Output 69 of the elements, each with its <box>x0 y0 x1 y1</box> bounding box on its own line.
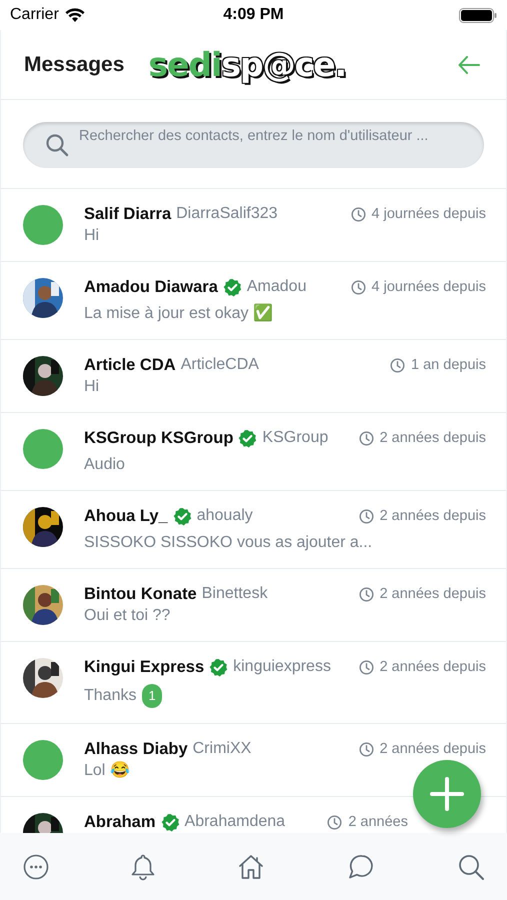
conversation-item[interactable]: Bintou Konate Binettesk 2 années depuis Oui et toi ?? <box>0 569 507 642</box>
timestamp: 2 années depuis <box>380 429 486 448</box>
conversation-item[interactable]: Salif Diarra DiarraSalif323 4 journées depuis Hi <box>0 189 507 262</box>
conversation-item[interactable]: Ahoua Ly_ ahoualy 2 années depuis SISSOKO SISSOKO vous as ajouter a... <box>0 491 507 569</box>
clock-icon <box>358 660 374 675</box>
timestamp: 2 années depuis <box>380 507 486 526</box>
carrier-name: Carrier <box>10 6 59 24</box>
avatar <box>23 429 63 469</box>
clock-icon <box>358 742 374 757</box>
contact-name: Bintou Konate <box>84 584 197 604</box>
contact-name: Ahoua Ly_ <box>84 506 168 526</box>
more-icon[interactable] <box>23 854 49 880</box>
username: ahoualy <box>196 506 253 526</box>
conversation-item[interactable]: Kingui Express kinguiexpress 2 années depuis Thanks 1 <box>0 642 507 724</box>
username: DiarraSalif323 <box>176 204 278 224</box>
username: Amadou <box>246 277 306 297</box>
logo: sedisp@ce. <box>148 45 346 84</box>
contact-name: KSGroup KSGroup <box>84 428 234 448</box>
search-field[interactable]: Rechercher des contacts, entrez le nom d'utilisateur ... <box>23 122 484 168</box>
message-preview: Thanks <box>84 686 136 706</box>
message-preview: Hi <box>84 377 100 397</box>
status-time: 4:09 PM <box>223 6 284 23</box>
timestamp: 2 années depuis <box>380 740 486 759</box>
timestamp: 2 années <box>348 813 408 832</box>
contact-name: Article CDA <box>84 355 176 375</box>
unread-badge: 1 <box>142 684 162 708</box>
clock-icon <box>327 815 342 830</box>
username: kinguiexpress <box>233 657 331 677</box>
wifi-icon <box>64 8 85 22</box>
message-preview: Audio <box>84 455 125 475</box>
username: CrimiXX <box>192 739 252 759</box>
contact-name: Abraham <box>84 812 156 832</box>
avatar <box>23 205 63 245</box>
conversation-item[interactable]: Amadou Diawara Amadou 4 journées depuis La mise à jour est okay ✅ <box>0 262 507 340</box>
timestamp: 2 années depuis <box>380 585 486 604</box>
bell-icon[interactable] <box>131 852 155 880</box>
username: Binettesk <box>202 584 268 604</box>
timestamp: 4 journées depuis <box>372 278 486 297</box>
message-preview: Hi <box>84 226 100 246</box>
clock-icon <box>350 207 366 222</box>
battery-icon <box>459 8 497 22</box>
contact-name: Alhass Diaby <box>84 739 188 759</box>
timestamp: 2 années depuis <box>380 658 486 677</box>
timestamp: 4 journées depuis <box>372 205 486 224</box>
clock-icon <box>358 431 374 446</box>
contact-name: Salif Diarra <box>84 204 172 224</box>
conversation-item[interactable]: KSGroup KSGroup KSGroup 2 années depuis Audio <box>0 413 507 491</box>
timestamp: 1 an depuis <box>411 356 486 375</box>
home-icon[interactable] <box>237 852 265 880</box>
clock-icon <box>390 358 406 373</box>
clock-icon <box>350 280 366 295</box>
add-button[interactable] <box>413 760 481 828</box>
chat-icon[interactable] <box>347 852 375 880</box>
contact-name: Amadou Diawara <box>84 277 218 297</box>
search-icon[interactable] <box>457 852 485 880</box>
clock-icon <box>358 509 374 524</box>
avatar <box>23 740 63 780</box>
username: Abrahamdena <box>184 812 286 832</box>
message-preview: SISSOKO SISSOKO vous as ajouter a... <box>84 533 372 553</box>
conversation-item[interactable]: Article CDA ArticleCDA 1 an depuis Hi <box>0 340 507 413</box>
plus-icon <box>430 777 464 811</box>
clock-icon <box>358 587 374 602</box>
page-title: Messages <box>24 52 124 76</box>
message-preview: Oui et toi ?? <box>84 606 170 626</box>
message-preview: La mise à jour est okay ✅ <box>84 304 273 324</box>
contact-name: Kingui Express <box>84 657 204 677</box>
username: ArticleCDA <box>180 355 259 375</box>
username: KSGroup <box>262 428 328 448</box>
message-preview: Lol 😂 <box>84 761 130 781</box>
